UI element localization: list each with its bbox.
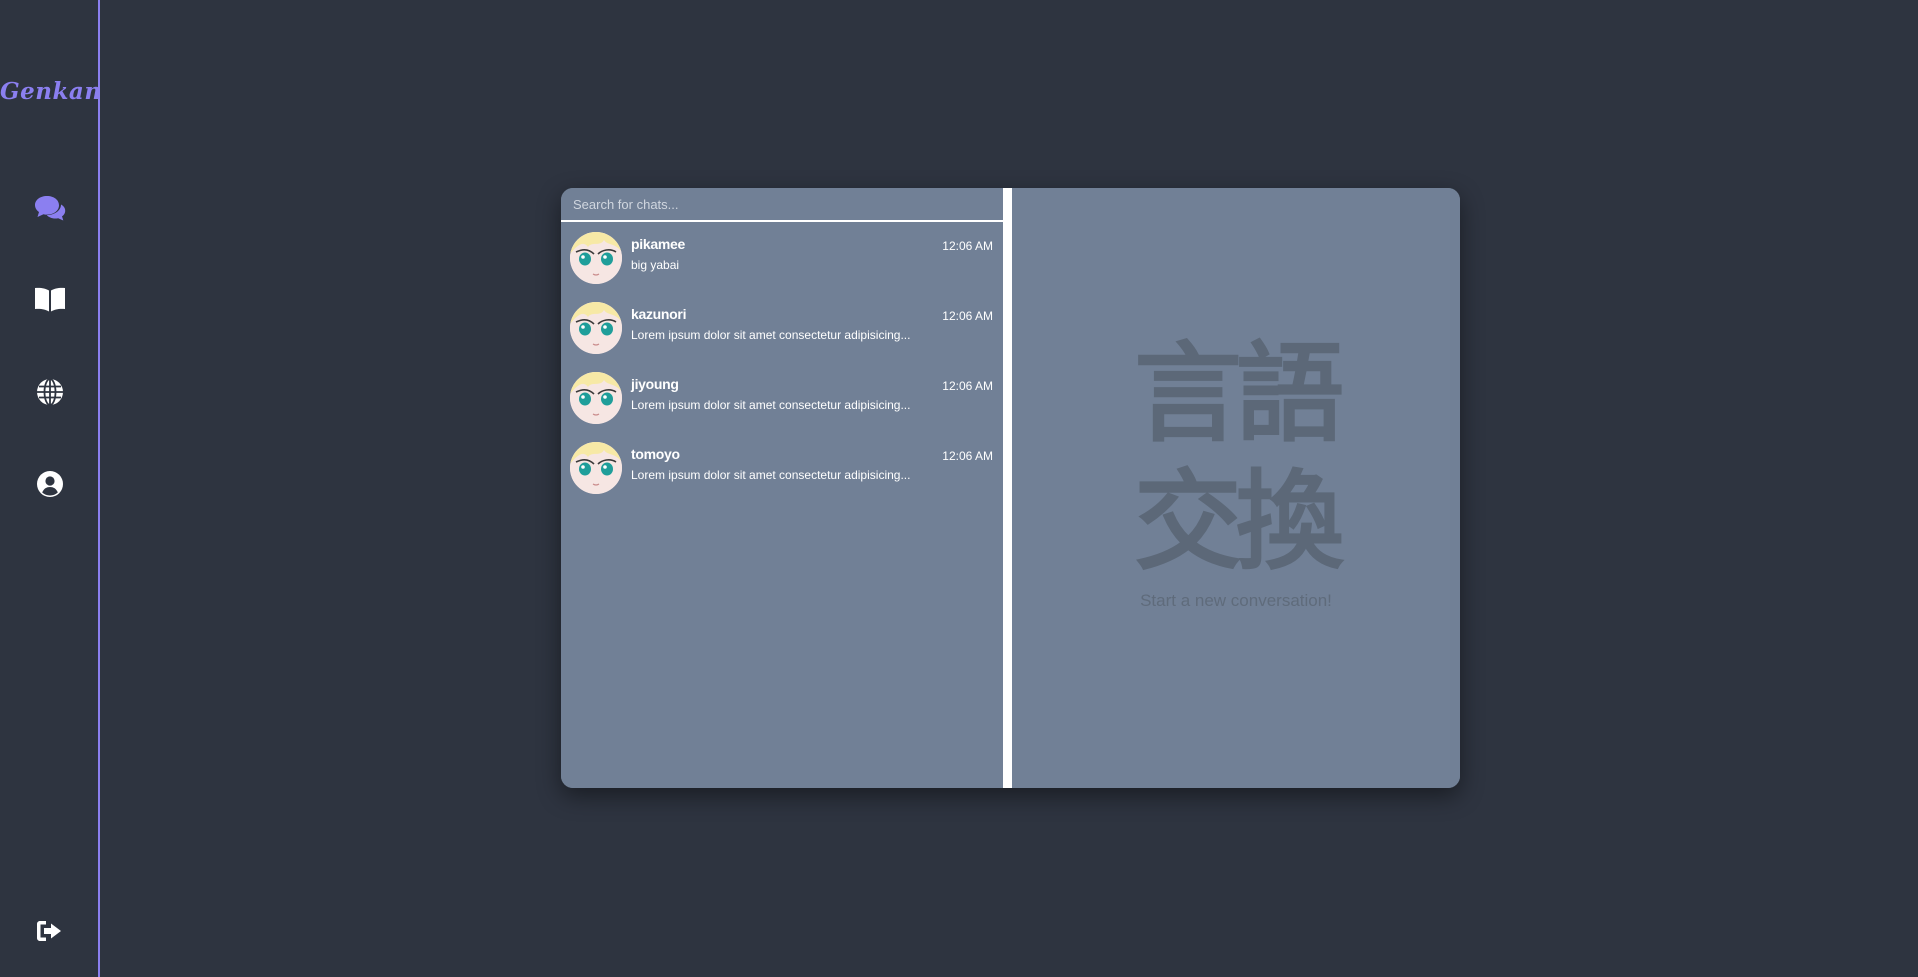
app-logo[interactable]: Genkan [0,78,101,105]
chat-item-tomoyo[interactable]: tomoyo Lorem ipsum dolor sit amet consec… [561,438,1003,500]
chat-time: 12:06 AM [942,239,993,253]
kanji-title-line-1: 言語 [1133,332,1344,457]
chat-time: 12:06 AM [942,309,993,323]
chat-panel: pikamee big yabai 12:06 AM kazunori [561,188,1460,788]
chat-item-pikamee[interactable]: pikamee big yabai 12:06 AM [561,228,1003,290]
logout-button[interactable] [30,911,70,951]
comments-icon [34,194,66,222]
avatar [570,232,622,284]
nav-explore-button[interactable] [30,372,70,412]
chat-preview: Lorem ipsum dolor sit amet consectetur a… [631,398,911,412]
empty-conversation-message: Start a new conversation! [1140,591,1332,610]
nav-profile-button[interactable] [30,464,70,504]
search-input[interactable] [561,188,1003,222]
chat-preview: Lorem ipsum dolor sit amet consectetur a… [631,328,911,342]
globe-icon [36,378,64,406]
panel-divider [1003,188,1012,788]
chat-item-kazunori[interactable]: kazunori Lorem ipsum dolor sit amet cons… [561,298,1003,360]
chat-time: 12:06 AM [942,449,993,463]
chat-preview: Lorem ipsum dolor sit amet consectetur a… [631,468,911,482]
sidebar: Genkan [0,0,101,977]
conversation-area: 言語 交換 Start a new conversation! [1012,188,1460,788]
chat-time: 12:06 AM [942,379,993,393]
avatar [570,372,622,424]
avatar [570,302,622,354]
chat-name: tomoyo [631,446,680,462]
chat-name: kazunori [631,306,687,322]
chat-preview: big yabai [631,258,680,272]
nav-chats-button[interactable] [30,188,70,228]
kanji-title-line-2: 交換 [1133,460,1344,585]
user-circle-icon [36,470,64,498]
chat-list: pikamee big yabai 12:06 AM kazunori [561,188,1003,788]
chat-name: pikamee [631,236,685,252]
sign-out-icon [36,919,64,943]
nav-learn-button[interactable] [30,280,70,320]
book-open-icon [34,287,66,313]
avatar [570,442,622,494]
chat-item-jiyoung[interactable]: jiyoung Lorem ipsum dolor sit amet conse… [561,368,1003,430]
chat-name: jiyoung [631,376,679,392]
